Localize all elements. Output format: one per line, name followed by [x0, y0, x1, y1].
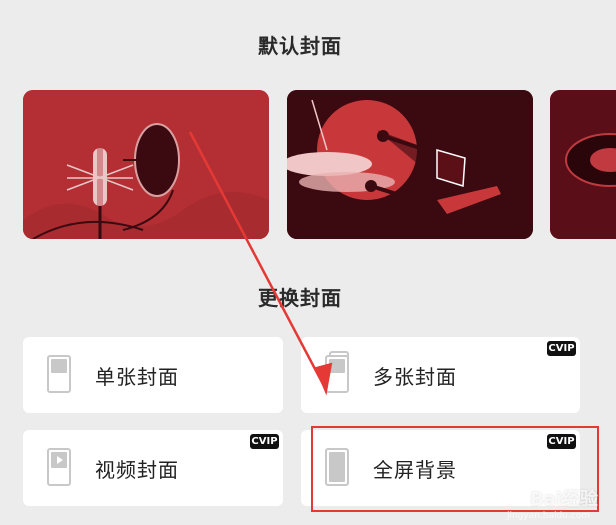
- watermark-sub: jingyan.baidu.com: [506, 511, 590, 521]
- cover-drummer[interactable]: [287, 90, 533, 239]
- multi-cover-icon: [325, 351, 349, 393]
- option-label: 多张封面: [373, 365, 457, 389]
- drummer-illustration: [287, 90, 533, 239]
- default-cover-title: 默认封面: [258, 34, 342, 58]
- cover-microphone[interactable]: [23, 90, 269, 239]
- video-cover-icon: [47, 448, 71, 486]
- option-video-cover[interactable]: 视频封面 CVIP: [23, 430, 283, 506]
- microphone-illustration: [23, 90, 269, 239]
- option-multi-cover[interactable]: 多张封面 CVIP: [301, 337, 580, 413]
- option-label: 视频封面: [95, 458, 179, 482]
- cover-partial[interactable]: [550, 90, 616, 239]
- vip-badge: CVIP: [547, 341, 576, 356]
- option-single-cover[interactable]: 单张封面: [23, 337, 283, 413]
- vip-badge: CVIP: [250, 434, 279, 449]
- vinyl-illustration: [550, 90, 616, 239]
- single-cover-icon: [47, 355, 71, 393]
- change-cover-title: 更换封面: [258, 286, 342, 310]
- watermark: Bai经验: [529, 489, 598, 510]
- option-label: 单张封面: [95, 365, 179, 389]
